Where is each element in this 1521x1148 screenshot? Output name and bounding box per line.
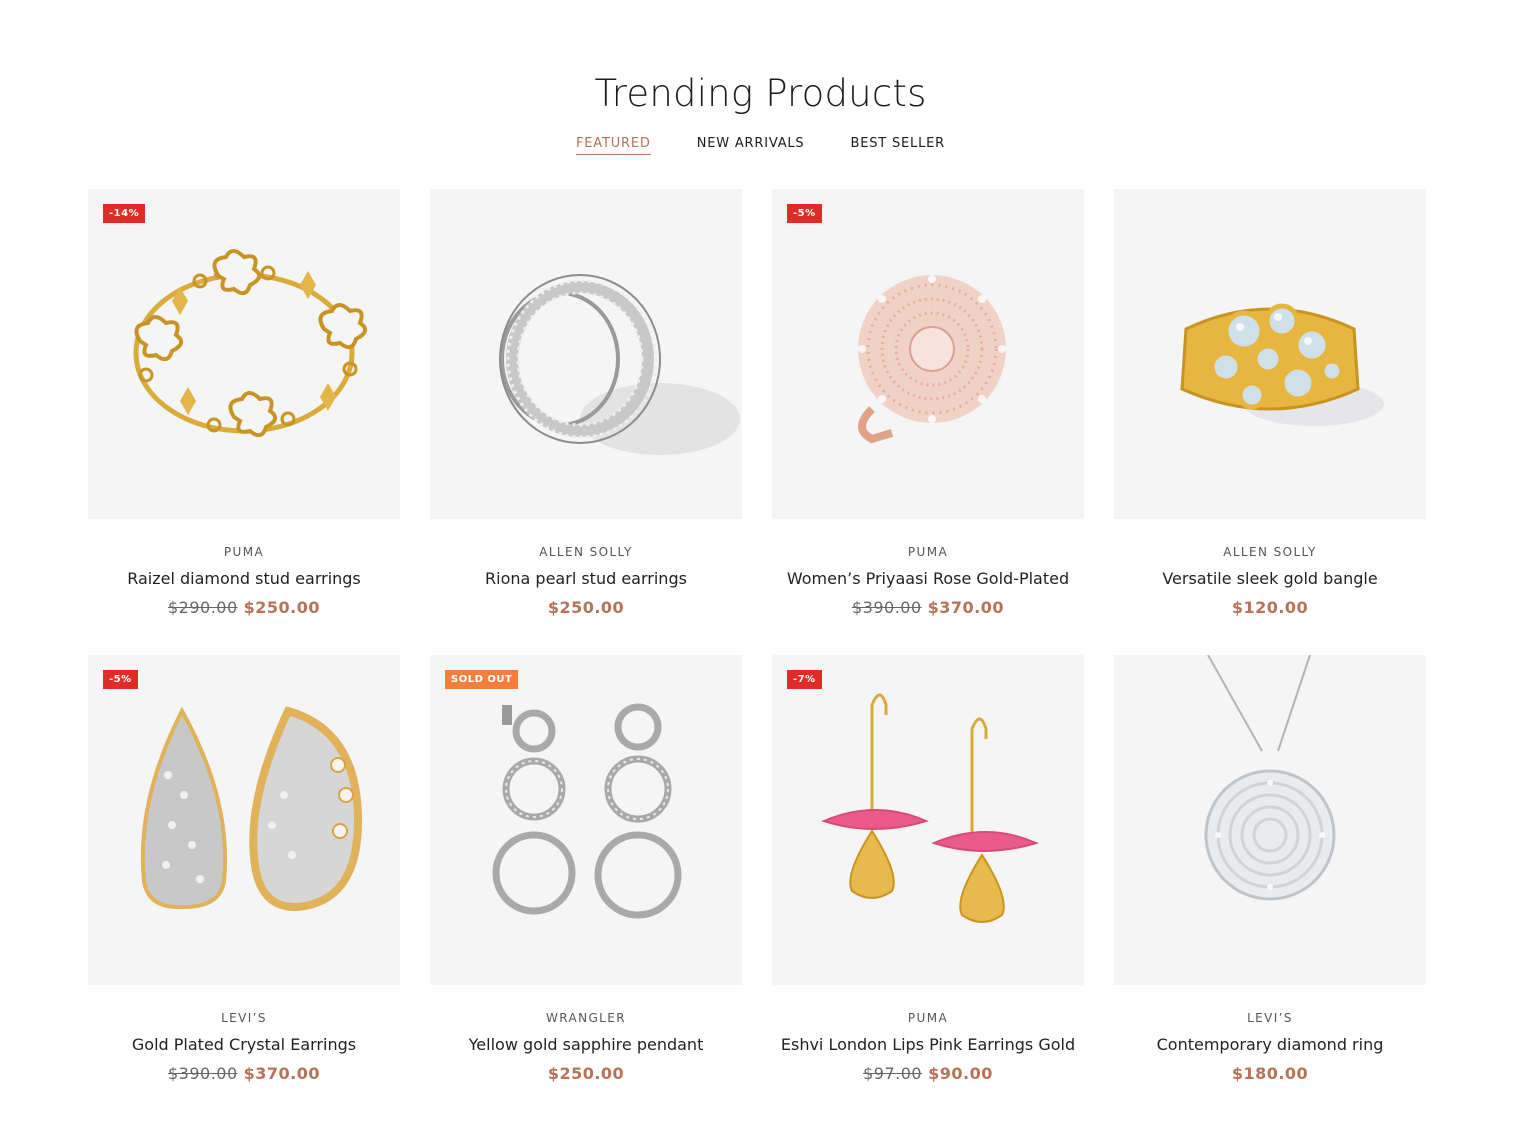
product-image-tile[interactable]: -14% (88, 189, 400, 519)
product-price: $290.00 $250.00 (88, 598, 400, 617)
original-price: $390.00 (167, 1064, 238, 1083)
trending-products-section: Trending Products FEATURED NEW ARRIVALS … (0, 0, 1521, 1148)
product-image-tile[interactable]: -5% (88, 655, 400, 985)
original-price: $290.00 (167, 598, 238, 617)
tab-featured[interactable]: FEATURED (576, 136, 651, 155)
sold-out-badge: SOLD OUT (445, 670, 519, 689)
original-price: $390.00 (851, 598, 922, 617)
sale-price: $250.00 (243, 598, 321, 617)
product-price: $390.00 $370.00 (772, 598, 1084, 617)
product-name[interactable]: Yellow gold sapphire pendant (430, 1035, 742, 1054)
product-brand[interactable]: PUMA (772, 545, 1084, 559)
product-image-tile[interactable] (1114, 189, 1426, 519)
product-tabs: FEATURED NEW ARRIVALS BEST SELLER (0, 136, 1521, 155)
silver-circle-earrings-image (492, 703, 682, 919)
sale-price: $90.00 (928, 1064, 993, 1083)
discount-badge: -5% (103, 670, 138, 689)
discount-badge: -14% (103, 204, 146, 223)
product-brand[interactable]: PUMA (88, 545, 400, 559)
product-image-tile[interactable] (430, 189, 742, 519)
product-card[interactable]: ALLEN SOLLY Riona pearl stud earrings $2… (430, 189, 742, 617)
discount-badge: -5% (787, 204, 822, 223)
tab-best-seller[interactable]: BEST SELLER (851, 136, 945, 155)
product-name[interactable]: Gold Plated Crystal Earrings (88, 1035, 400, 1054)
product-price: $97.00 $90.00 (772, 1064, 1084, 1083)
sale-price: $370.00 (927, 598, 1005, 617)
product-image-tile[interactable]: -5% (772, 189, 1084, 519)
product-card[interactable]: LEVI’S Contemporary diamond ring $180.00 (1114, 655, 1426, 1083)
sale-price: $120.00 (1231, 598, 1309, 617)
product-card[interactable]: -5% LEVI’S Gold Plated Crystal Earrings … (88, 655, 400, 1083)
product-name[interactable]: Riona pearl stud earrings (430, 569, 742, 588)
product-brand[interactable]: ALLEN SOLLY (1114, 545, 1426, 559)
product-card[interactable]: SOLD OUT WRANGLER Yellow gold sapphire p… (430, 655, 742, 1083)
product-price: $120.00 (1114, 598, 1426, 617)
product-brand[interactable]: PUMA (772, 1011, 1084, 1025)
product-image-tile[interactable]: -7% (772, 655, 1084, 985)
product-image-tile[interactable] (1114, 655, 1426, 985)
original-price: $97.00 (863, 1064, 923, 1083)
sale-price: $250.00 (547, 1064, 625, 1083)
product-card[interactable]: ALLEN SOLLY Versatile sleek gold bangle … (1114, 189, 1426, 617)
rose-gold-cocktail-ring-image (858, 275, 1006, 444)
sale-price: $250.00 (547, 598, 625, 617)
product-price: $180.00 (1114, 1064, 1426, 1083)
product-brand[interactable]: WRANGLER (430, 1011, 742, 1025)
product-brand[interactable]: LEVI’S (88, 1011, 400, 1025)
product-brand[interactable]: ALLEN SOLLY (430, 545, 742, 559)
product-name[interactable]: Contemporary diamond ring (1114, 1035, 1426, 1054)
silver-band-ring-image (499, 274, 740, 455)
crystal-hoop-earrings-image (140, 706, 363, 912)
product-price: $250.00 (430, 598, 742, 617)
section-title: Trending Products (594, 72, 927, 115)
product-price: $390.00 $370.00 (88, 1064, 400, 1083)
product-name[interactable]: Eshvi London Lips Pink Earrings Gold (772, 1035, 1084, 1054)
gold-diamond-ring-image (1180, 303, 1384, 426)
discount-badge: -7% (787, 670, 822, 689)
product-brand[interactable]: LEVI’S (1114, 1011, 1426, 1025)
product-name[interactable]: Versatile sleek gold bangle (1114, 569, 1426, 588)
gold-bracelet-image (133, 249, 368, 438)
product-name[interactable]: Women’s Priyaasi Rose Gold-Plated (772, 569, 1084, 588)
product-card[interactable]: -7% PUMA Eshvi London Lips Pink Earrings… (772, 655, 1084, 1083)
sale-price: $370.00 (243, 1064, 321, 1083)
pink-lips-earrings-image (821, 693, 1039, 923)
product-card[interactable]: -14% PUMA Raizel diamond stud earrings $… (88, 189, 400, 617)
product-card[interactable]: -5% PUMA Women’s Priyaasi Rose Gold-Plat… (772, 189, 1084, 617)
diamond-pendant-necklace-image (1204, 655, 1336, 901)
product-name[interactable]: Raizel diamond stud earrings (88, 569, 400, 588)
product-grid: -14% PUMA Raizel diamond stud earrings $… (88, 189, 1426, 1083)
product-image-tile[interactable]: SOLD OUT (430, 655, 742, 985)
product-price: $250.00 (430, 1064, 742, 1083)
sale-price: $180.00 (1231, 1064, 1309, 1083)
tab-new-arrivals[interactable]: NEW ARRIVALS (697, 136, 805, 155)
